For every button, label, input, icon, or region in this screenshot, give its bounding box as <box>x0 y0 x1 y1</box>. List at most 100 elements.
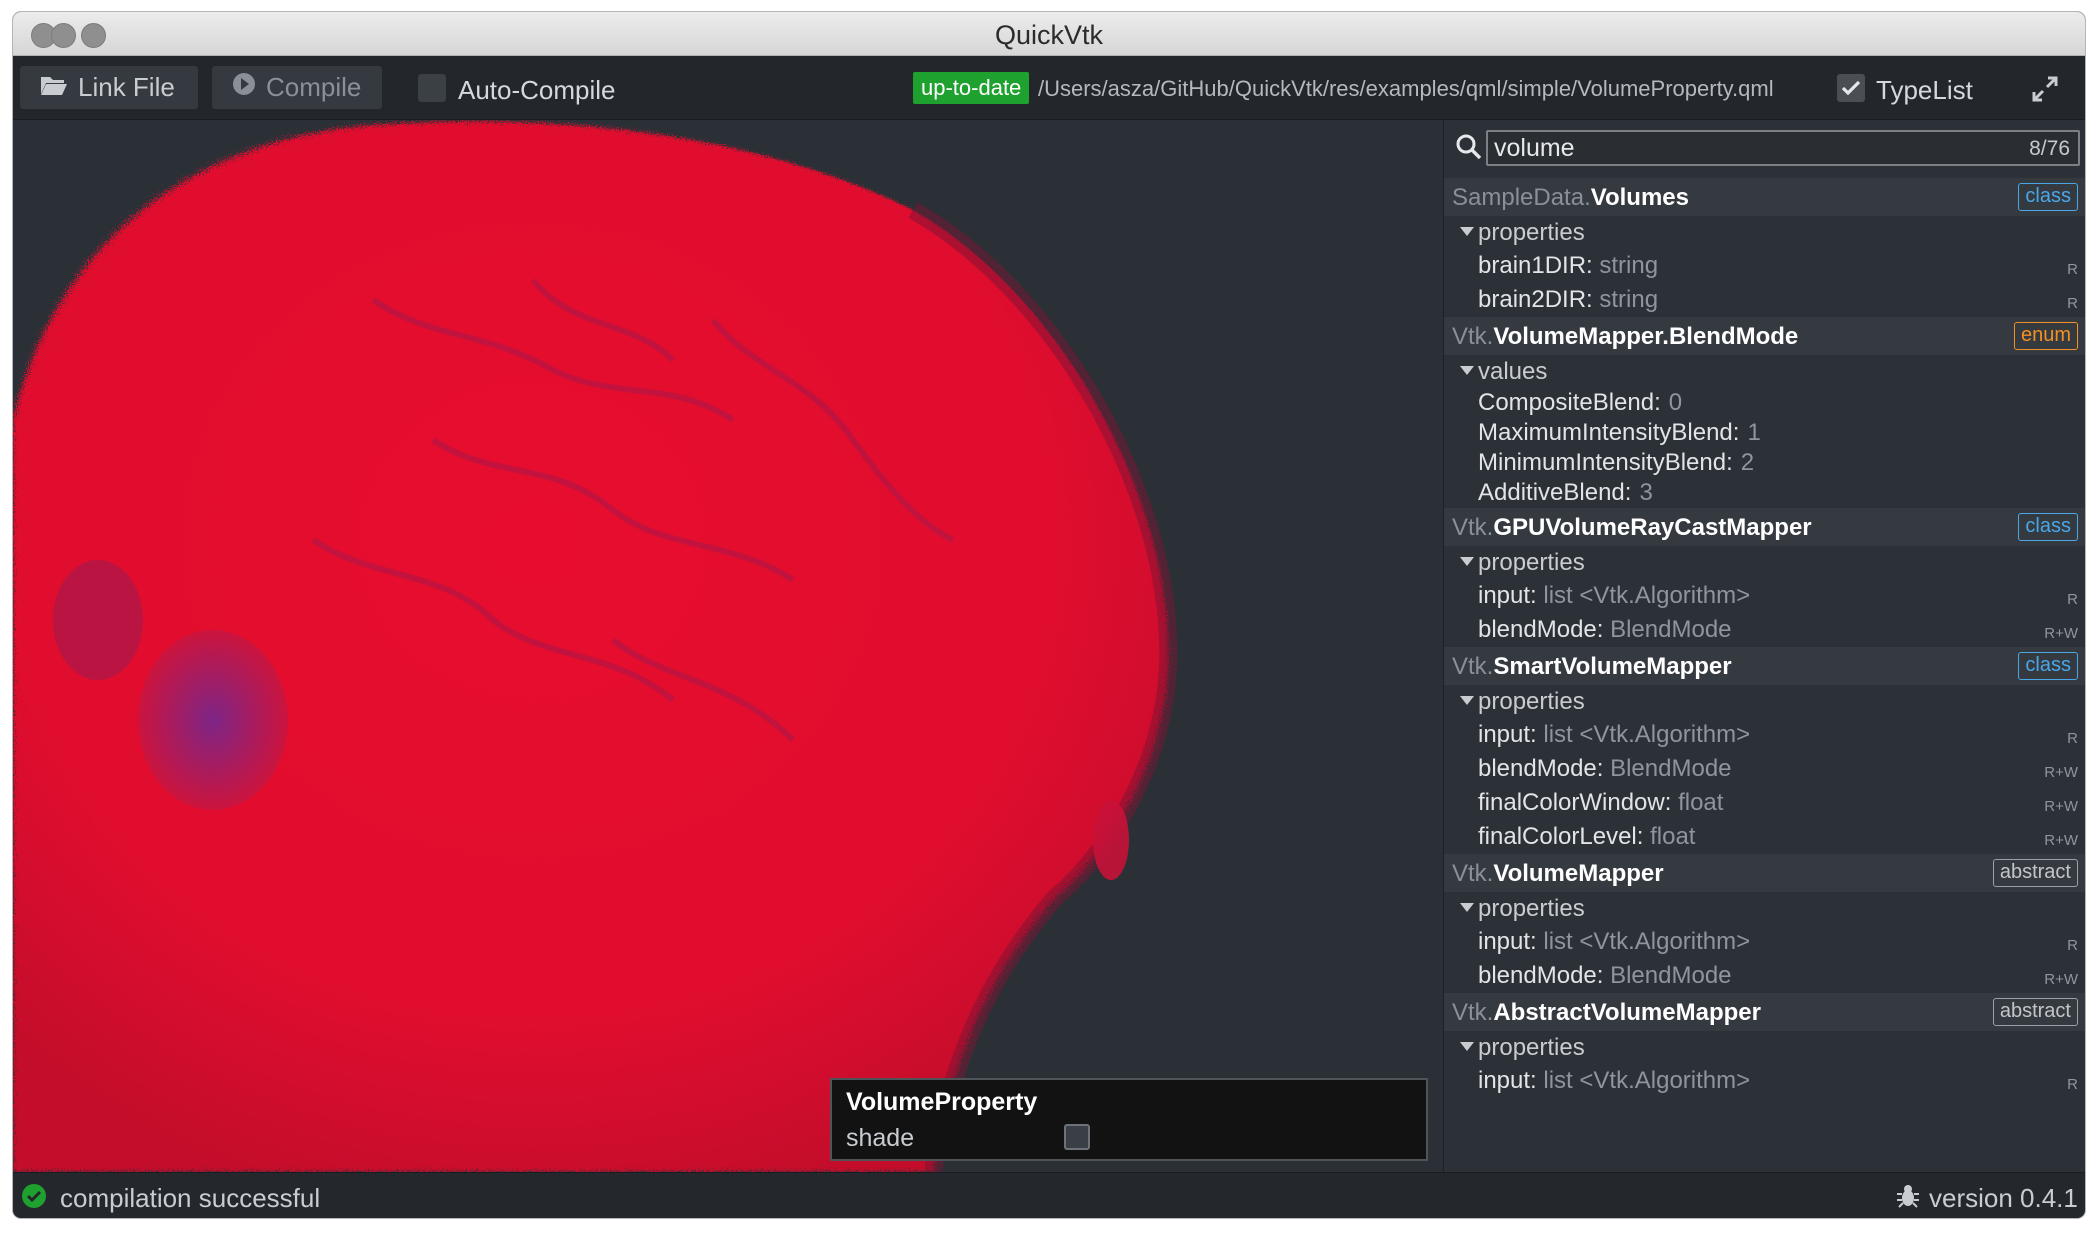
property-row[interactable]: finalColorWindow: float R+W <box>1444 786 2085 820</box>
property-name: blendMode: <box>1478 962 1611 989</box>
property-type: list <Vtk.Algorithm> <box>1543 721 1751 748</box>
section-toggle[interactable]: properties <box>1444 892 2085 925</box>
shade-checkbox[interactable] <box>1064 1124 1090 1150</box>
property-access: R <box>2067 591 2078 608</box>
status-badge: up-to-date <box>913 72 1030 104</box>
property-row[interactable]: finalColorLevel: float R+W <box>1444 820 2085 854</box>
enum-value-row[interactable]: CompositeBlend: 0 <box>1444 388 2085 418</box>
property-row[interactable]: input: list <Vtk.Algorithm> R <box>1444 718 2085 752</box>
property-type: float <box>1678 789 1724 816</box>
version-label: version 0.4.1 <box>1929 1183 2078 1213</box>
type-kind-tag: abstract <box>1992 998 2078 1026</box>
property-type: list <Vtk.Algorithm> <box>1543 1067 1751 1094</box>
property-type: list <Vtk.Algorithm> <box>1543 928 1751 955</box>
enum-value-number: 2 <box>1740 449 1755 476</box>
property-access: R <box>2067 295 2078 312</box>
volume-property-title: VolumeProperty <box>846 1088 1038 1116</box>
auto-compile-label: Auto-Compile <box>458 75 616 105</box>
disclosure-triangle-icon <box>1460 903 1474 912</box>
type-namespace: SampleData. <box>1452 184 1591 211</box>
enum-value-number: 1 <box>1747 419 1761 446</box>
property-row[interactable]: input: list <Vtk.Algorithm> R <box>1444 1064 2085 1098</box>
link-file-button[interactable]: Link File <box>20 66 198 109</box>
type-header[interactable]: Vtk.VolumeMapper abstract <box>1444 854 2085 892</box>
enum-value-number: 3 <box>1639 479 1653 506</box>
expand-icon[interactable] <box>2030 74 2060 104</box>
auto-compile-checkbox[interactable] <box>418 74 446 102</box>
type-header[interactable]: Vtk.AbstractVolumeMapper abstract <box>1444 993 2085 1031</box>
type-title: VolumeMapper <box>1493 860 1664 887</box>
type-title: GPUVolumeRayCastMapper <box>1493 514 1812 541</box>
enum-value-row[interactable]: MinimumIntensityBlend: 2 <box>1444 448 2085 478</box>
type-name: Vtk.AbstractVolumeMapper <box>1452 999 1761 1027</box>
typelist-checkbox[interactable] <box>1837 74 1865 102</box>
type-title: VolumeMapper.BlendMode <box>1493 323 1799 350</box>
disclosure-triangle-icon <box>1460 557 1474 566</box>
property-name: finalColorWindow: <box>1478 789 1679 816</box>
property-access: R <box>2067 730 2078 747</box>
app-window: QuickVtk Link File Compile Auto-Compile … <box>13 12 2085 1218</box>
enum-value-row[interactable]: MaximumIntensityBlend: 1 <box>1444 418 2085 448</box>
property-access: R <box>2067 1076 2078 1093</box>
property-name: input: <box>1478 582 1544 609</box>
property-name: brain1DIR: <box>1478 252 1600 279</box>
enum-value-name: MinimumIntensityBlend: <box>1478 449 1733 476</box>
volume-rendering <box>13 121 1178 1172</box>
type-header[interactable]: SampleData.Volumes class <box>1444 178 2085 216</box>
render-viewport[interactable]: VolumeProperty shade <box>13 120 1443 1172</box>
property-access: R+W <box>2044 971 2078 988</box>
search-icon <box>1456 134 1482 165</box>
section-label: values <box>1478 358 1548 385</box>
type-kind-tag: class <box>2018 513 2078 541</box>
property-row[interactable]: input: list <Vtk.Algorithm> R <box>1444 579 2085 613</box>
type-name: SampleData.Volumes <box>1452 184 1689 212</box>
type-name: Vtk.SmartVolumeMapper <box>1452 653 1732 681</box>
property-row[interactable]: input: list <Vtk.Algorithm> R <box>1444 925 2085 959</box>
property-row[interactable]: brain2DIR: string R <box>1444 283 2085 317</box>
typelist-label: TypeList <box>1876 75 1973 105</box>
property-row[interactable]: blendMode: BlendMode R+W <box>1444 613 2085 647</box>
disclosure-triangle-icon <box>1460 366 1474 375</box>
status-message: compilation successful <box>60 1183 321 1213</box>
compile-label: Compile <box>266 72 362 102</box>
section-toggle[interactable]: properties <box>1444 546 2085 579</box>
property-row[interactable]: brain1DIR: string R <box>1444 249 2085 283</box>
property-type: BlendMode <box>1610 962 1732 989</box>
section-toggle[interactable]: properties <box>1444 216 2085 249</box>
bug-icon[interactable] <box>1895 1183 1921 1214</box>
section-toggle[interactable]: properties <box>1444 685 2085 718</box>
section-label: properties <box>1478 688 1585 715</box>
section-label: properties <box>1478 1034 1585 1061</box>
property-name: input: <box>1478 1067 1544 1094</box>
property-access: R+W <box>2044 625 2078 642</box>
type-header[interactable]: Vtk.SmartVolumeMapper class <box>1444 647 2085 685</box>
play-circle-icon <box>232 72 256 103</box>
section-label: properties <box>1478 895 1585 922</box>
property-name: blendMode: <box>1478 616 1611 643</box>
property-name: brain2DIR: <box>1478 286 1600 313</box>
type-name: Vtk.GPUVolumeRayCastMapper <box>1452 514 1812 542</box>
property-access: R <box>2067 261 2078 278</box>
type-kind-tag: enum <box>2013 322 2078 350</box>
property-row[interactable]: blendMode: BlendMode R+W <box>1444 959 2085 993</box>
type-namespace: Vtk. <box>1452 323 1494 350</box>
check-circle-icon <box>21 1183 47 1214</box>
search-input[interactable] <box>1494 133 1994 163</box>
type-kind-tag: class <box>2018 183 2078 211</box>
property-row[interactable]: blendMode: BlendMode R+W <box>1444 752 2085 786</box>
file-path: /Users/asza/GitHub/QuickVtk/res/examples… <box>1038 76 1774 101</box>
section-label: properties <box>1478 549 1585 576</box>
type-list-panel: 8/76 SampleData.Volumes class properties br… <box>1443 120 2085 1172</box>
status-bar: compilation successful version 0.4.1 <box>13 1172 2085 1218</box>
section-toggle[interactable]: values <box>1444 355 2085 388</box>
property-name: finalColorLevel: <box>1478 823 1651 850</box>
type-namespace: Vtk. <box>1452 653 1494 680</box>
type-header[interactable]: Vtk.GPUVolumeRayCastMapper class <box>1444 508 2085 546</box>
compile-button[interactable]: Compile <box>212 66 382 109</box>
property-name: input: <box>1478 928 1544 955</box>
section-toggle[interactable]: properties <box>1444 1031 2085 1064</box>
type-header[interactable]: Vtk.VolumeMapper.BlendMode enum <box>1444 317 2085 355</box>
section-label: properties <box>1478 219 1585 246</box>
enum-value-row[interactable]: AdditiveBlend: 3 <box>1444 478 2085 508</box>
property-type: BlendMode <box>1610 616 1732 643</box>
